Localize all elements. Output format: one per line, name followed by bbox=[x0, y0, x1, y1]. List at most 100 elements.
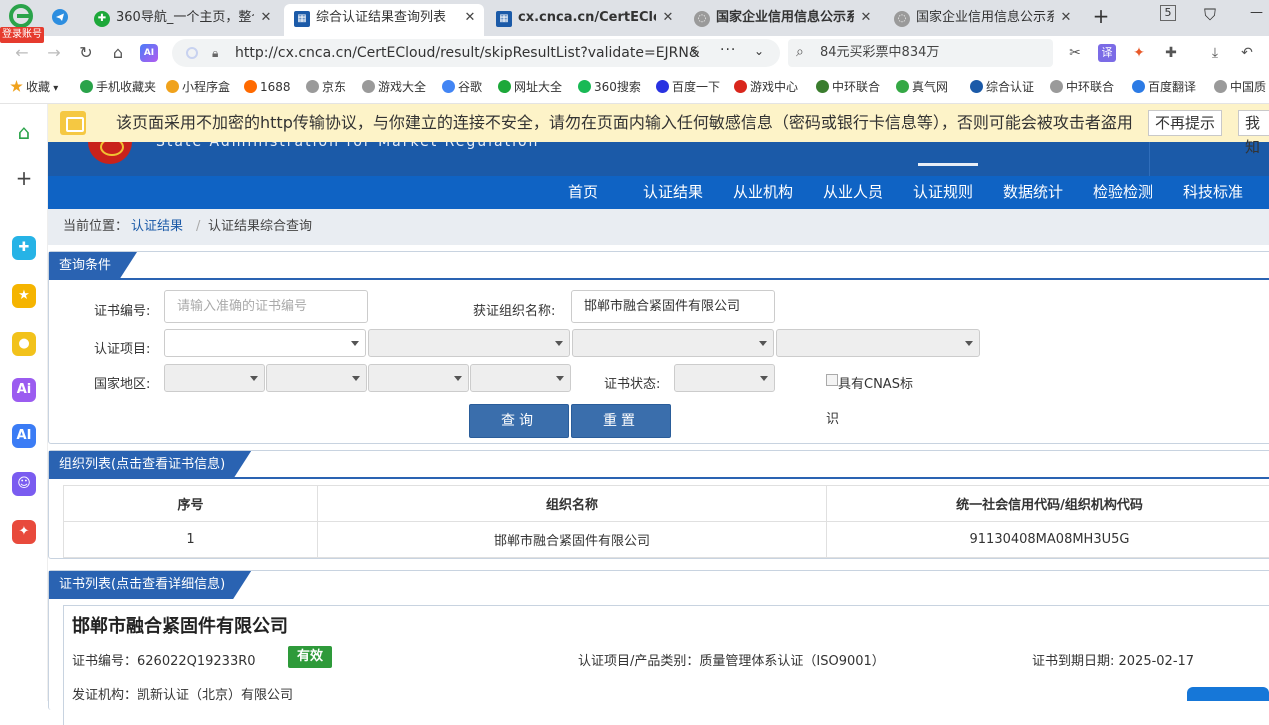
bookmark-item[interactable]: 中环联合 bbox=[816, 70, 880, 104]
bookmark-item[interactable]: 谷歌 bbox=[442, 70, 482, 104]
bookmark-item[interactable]: 小程序盒 bbox=[166, 70, 230, 104]
region-select-3[interactable] bbox=[368, 364, 469, 392]
game-icon[interactable]: ✦ bbox=[12, 520, 36, 544]
region-select-1[interactable] bbox=[164, 364, 265, 392]
bookmark-item[interactable]: 游戏中心 bbox=[734, 70, 798, 104]
search-input[interactable]: ⌕ 84元买彩票中834万 bbox=[788, 39, 1053, 67]
shirt-skin-icon[interactable]: ⛉ bbox=[1204, 5, 1216, 25]
tab-strip: 登录账号 ✚ 360导航_一个主页，整个 ✕ ▦ 综合认证结果查询列表 ✕ ▦ … bbox=[0, 0, 1269, 36]
breadcrumb-prefix: 当前位置： bbox=[63, 209, 128, 245]
ai-icon[interactable]: AI bbox=[12, 424, 36, 448]
bookmark-label: 综合认证 bbox=[986, 80, 1034, 94]
bookmark-item[interactable]: 百度翻译 bbox=[1132, 70, 1196, 104]
region-select-4[interactable] bbox=[470, 364, 571, 392]
dismiss-warning-button[interactable]: 不再提示 bbox=[1148, 110, 1222, 136]
translate-icon[interactable]: 译 bbox=[1098, 44, 1116, 62]
nav-cert-rules[interactable]: 认证规则 bbox=[913, 176, 973, 209]
bookmark-item[interactable]: 收藏 ▾ bbox=[10, 70, 58, 104]
tab-cnca[interactable]: ▦ cx.cnca.cn/CertECloud/ ✕ bbox=[486, 4, 682, 36]
bookmark-item[interactable]: 真气网 bbox=[896, 70, 948, 104]
tab-cert-results[interactable]: ▦ 综合认证结果查询列表 ✕ bbox=[284, 4, 484, 36]
bookmark-item[interactable]: 手机收藏夹 bbox=[80, 70, 156, 104]
learn-more-button[interactable]: 我知 bbox=[1238, 110, 1269, 136]
cert-project-select-1[interactable] bbox=[164, 329, 366, 357]
message-icon[interactable]: ☺ bbox=[12, 472, 36, 496]
game-controller-icon[interactable]: ✦ bbox=[1130, 44, 1148, 62]
org-list-title: 组织列表(点击查看证书信息) bbox=[49, 451, 251, 479]
url-field[interactable]: 🔒︎ http://cx.cnca.cn/CertECloud/result/s… bbox=[172, 39, 780, 67]
ai-assistant-icon[interactable]: Ai bbox=[12, 378, 36, 402]
cert-project-select-3[interactable] bbox=[572, 329, 774, 357]
bookmark-item[interactable]: 综合认证 bbox=[970, 70, 1034, 104]
table-row[interactable]: 1 邯郸市融合紧固件有限公司 91130408MA08MH3U5G bbox=[64, 522, 1269, 558]
cert-status-select[interactable] bbox=[674, 364, 775, 392]
close-tab-icon[interactable]: ✕ bbox=[1058, 4, 1074, 32]
nav-statistics[interactable]: 数据统计 bbox=[1003, 176, 1063, 209]
cert-status-label: 证书状态: bbox=[604, 373, 660, 392]
bookmark-item[interactable]: 1688 bbox=[244, 70, 291, 104]
app-icon[interactable]: ✚ bbox=[12, 236, 36, 260]
cert-number: 证书编号：626022Q19233R0 bbox=[72, 650, 256, 669]
favorite-star-icon[interactable]: ★ bbox=[12, 284, 36, 308]
minimize-icon[interactable]: — bbox=[1250, 5, 1263, 20]
reload-icon[interactable]: ↻ bbox=[76, 43, 96, 63]
bookmark-item[interactable]: 网址大全 bbox=[498, 70, 562, 104]
search-button[interactable]: 查询 bbox=[469, 404, 569, 438]
nav-practitioners[interactable]: 从业人员 bbox=[823, 176, 883, 209]
ai-icon[interactable]: AI bbox=[140, 44, 158, 62]
nav-home[interactable]: 首页 bbox=[568, 176, 598, 209]
url-text[interactable]: http://cx.cnca.cn/CertECloud/result/skip… bbox=[235, 39, 705, 67]
breadcrumb-link[interactable]: 认证结果 bbox=[131, 209, 183, 245]
cert-company-name[interactable]: 邯郸市融合紧固件有限公司 bbox=[72, 612, 288, 638]
tab-count-icon[interactable]: 5 bbox=[1160, 5, 1176, 21]
row-org-name[interactable]: 邯郸市融合紧固件有限公司 bbox=[318, 522, 827, 558]
tab-credit-1[interactable]: ◌ 国家企业信用信息公示系 ✕ bbox=[684, 4, 880, 36]
cert-card[interactable]: 邯郸市融合紧固件有限公司 证书编号：626022Q19233R0 有效 认证项目… bbox=[63, 605, 1269, 725]
close-tab-icon[interactable]: ✕ bbox=[258, 4, 274, 32]
nav-cert-results[interactable]: 认证结果 bbox=[643, 176, 703, 209]
speed-mode-icon[interactable]: ⚡︎ bbox=[690, 44, 700, 60]
home-icon[interactable]: ⌂ bbox=[12, 120, 36, 144]
extensions-icon[interactable]: ✚ bbox=[1162, 44, 1180, 62]
download-icon[interactable]: ⤓ bbox=[1206, 44, 1224, 62]
more-icon[interactable]: ··· bbox=[720, 42, 736, 58]
bookmark-label: 谷歌 bbox=[458, 80, 482, 94]
cnas-checkbox[interactable] bbox=[826, 374, 838, 386]
home-icon[interactable]: ⌂ bbox=[108, 43, 128, 63]
back-icon[interactable]: ← bbox=[12, 43, 32, 63]
nav-testing[interactable]: 检验检测 bbox=[1093, 176, 1153, 209]
floating-help-button[interactable] bbox=[1187, 687, 1269, 701]
cert-project-select-2[interactable] bbox=[368, 329, 570, 357]
tab-360-nav[interactable]: ✚ 360导航_一个主页，整个 ✕ bbox=[84, 4, 280, 36]
region-select-2[interactable] bbox=[266, 364, 367, 392]
cert-no-input[interactable]: 请输入准确的证书编号 bbox=[164, 290, 368, 323]
undo-icon[interactable]: ↶ bbox=[1238, 44, 1256, 62]
close-tab-icon[interactable]: ✕ bbox=[660, 4, 676, 32]
bookmark-item[interactable]: 游戏大全 bbox=[362, 70, 426, 104]
close-tab-icon[interactable]: ✕ bbox=[858, 4, 874, 32]
org-name-input[interactable]: 邯郸市融合紧固件有限公司 bbox=[571, 290, 775, 323]
chat-bot-icon[interactable]: ● bbox=[12, 332, 36, 356]
add-icon[interactable]: + bbox=[12, 166, 36, 190]
bookmark-favicon-icon bbox=[896, 80, 909, 93]
insecure-lock-icon[interactable]: 🔒︎ bbox=[212, 46, 218, 61]
nav-standards[interactable]: 科技标准 bbox=[1183, 176, 1243, 209]
chevron-down-icon[interactable]: ⌄ bbox=[754, 44, 764, 58]
bookmark-item[interactable]: 360搜索 bbox=[578, 70, 641, 104]
browser-logo-icon[interactable] bbox=[8, 4, 34, 28]
bookmark-item[interactable]: 中环联合 bbox=[1050, 70, 1114, 104]
scissors-icon[interactable]: ✂ bbox=[1066, 44, 1084, 62]
forward-icon[interactable]: → bbox=[44, 43, 64, 63]
bookmark-item[interactable]: 中国质 bbox=[1214, 70, 1266, 104]
bookmark-item[interactable]: 百度一下 bbox=[656, 70, 720, 104]
nav-institutions[interactable]: 从业机构 bbox=[733, 176, 793, 209]
login-badge[interactable]: 登录账号 bbox=[0, 27, 44, 43]
reset-button[interactable]: 重置 bbox=[571, 404, 671, 438]
bookmark-item[interactable]: 京东 bbox=[306, 70, 346, 104]
cert-project-select-4[interactable] bbox=[776, 329, 980, 357]
caret-down-icon[interactable]: ▾ bbox=[50, 83, 58, 94]
telegram-icon[interactable] bbox=[52, 9, 68, 25]
tab-credit-2[interactable]: ◌ 国家企业信用信息公示系 ✕ bbox=[884, 4, 1080, 36]
new-tab-button[interactable]: + bbox=[1090, 4, 1112, 28]
close-tab-icon[interactable]: ✕ bbox=[462, 4, 478, 32]
